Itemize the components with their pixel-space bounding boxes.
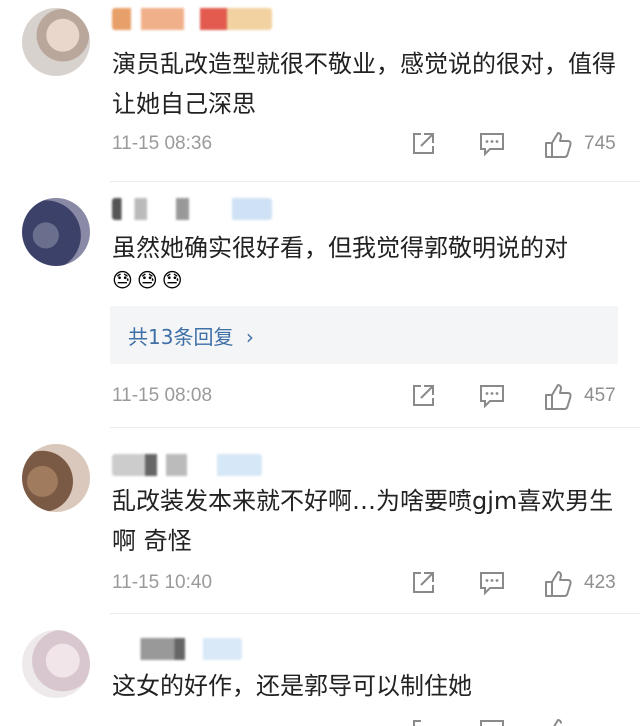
chevron-right-icon: ›	[245, 324, 254, 349]
divider	[110, 613, 640, 614]
avatar[interactable]	[22, 630, 90, 698]
thumbs-up-icon[interactable]	[543, 131, 573, 159]
share-icon[interactable]	[410, 131, 436, 157]
comment-icon[interactable]	[478, 718, 506, 726]
replies-box[interactable]: 共13条回复 ›	[110, 306, 618, 364]
emoji-row: 😓😓😓	[112, 268, 187, 292]
comment-text: 演员乱改造型就很不敬业，感觉说的很对，值得让她自己深思	[112, 50, 616, 118]
replies-label: 共13条回复	[128, 324, 234, 349]
comment-time: 11-15 08:36	[112, 133, 213, 154]
comment-icon[interactable]	[478, 131, 506, 157]
replies-link[interactable]: 共13条回复 ›	[128, 321, 254, 350]
thumbs-up-icon[interactable]	[543, 383, 573, 411]
share-icon[interactable]	[410, 383, 436, 409]
avatar[interactable]	[22, 198, 90, 266]
thumbs-up-icon[interactable]	[543, 570, 573, 598]
username-blurred[interactable]	[112, 638, 242, 660]
comment-text: 乱改装发本来就不好啊…为啥要喷gjm喜欢男生啊 奇怪	[112, 487, 614, 555]
comment-icon[interactable]	[478, 570, 506, 596]
comment-meta: 11-15 08:08 457	[0, 380, 640, 412]
comment-meta: 11-15 08:36 745	[0, 128, 640, 160]
divider	[110, 181, 640, 182]
divider	[110, 427, 640, 428]
username-blurred[interactable]	[112, 454, 262, 476]
avatar[interactable]	[22, 8, 90, 76]
like-count: 457	[584, 385, 616, 406]
comment-text: 这女的好作，还是郭导可以制住她	[112, 672, 472, 700]
comment-meta-partial	[0, 718, 640, 726]
thumbs-up-icon[interactable]	[543, 718, 573, 726]
comment-time: 11-15 08:08	[112, 385, 213, 406]
like-count: 423	[584, 572, 616, 593]
username-blurred[interactable]	[112, 8, 272, 30]
like-count: 745	[584, 133, 616, 154]
comment-text: 虽然她确实很好看，但我觉得郭敬明说的对	[112, 234, 568, 262]
comment-icon[interactable]	[478, 383, 506, 409]
comment-time: 11-15 10:40	[112, 572, 213, 593]
share-icon[interactable]	[410, 570, 436, 596]
avatar[interactable]	[22, 444, 90, 512]
comment-meta: 11-15 10:40 423	[0, 567, 640, 599]
username-blurred[interactable]	[112, 198, 272, 220]
share-icon[interactable]	[410, 718, 436, 726]
